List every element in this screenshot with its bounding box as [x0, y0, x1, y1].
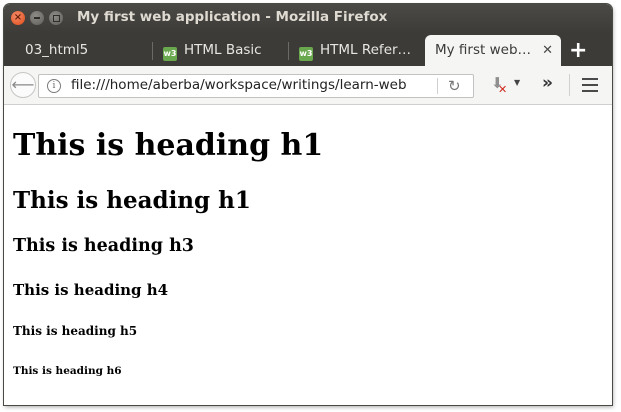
heading-h5: This is heading h5 — [13, 324, 138, 338]
window-minimize-button[interactable] — [30, 11, 44, 25]
new-tab-button[interactable]: + — [569, 37, 587, 65]
tab-separator — [152, 42, 153, 60]
tab-strip: 03_html5 w3 HTML Basic w3 HTML Refer… My f… — [4, 33, 612, 66]
heading-h1: This is heading h1 — [13, 128, 324, 163]
page-content: This is heading h1 This is heading h1 Th… — [4, 105, 612, 405]
overflow-menu-icon[interactable]: » — [542, 73, 553, 93]
reload-icon[interactable]: ↻ — [448, 75, 461, 97]
hamburger-menu-icon[interactable] — [582, 78, 598, 92]
tab-html-reference[interactable]: w3 HTML Refer… — [288, 35, 424, 66]
title-bar: × My first web application - Mozilla Fir… — [4, 4, 612, 33]
browser-window: × My first web application - Mozilla Fir… — [4, 4, 612, 405]
tab-my-first-web[interactable]: My first web… ✕ — [425, 35, 561, 66]
w3-icon: w3 — [163, 47, 177, 61]
back-button[interactable]: ⟵ — [10, 72, 36, 98]
url-bar[interactable]: i file:///home/aberba/workspace/writings… — [38, 74, 474, 98]
heading-h6: This is heading h6 — [13, 365, 122, 377]
heading-h3: This is heading h3 — [13, 236, 194, 256]
window-title: My first web application - Mozilla Firef… — [77, 9, 388, 25]
tab-label: My first web… — [435, 42, 532, 58]
back-arrow-icon: ⟵ — [11, 75, 35, 94]
download-icon[interactable]: ⬇ ✕ — [489, 76, 507, 96]
tab-label: HTML Refer… — [320, 42, 412, 58]
w3-icon: w3 — [299, 47, 313, 61]
tab-html-basic[interactable]: w3 HTML Basic — [152, 35, 290, 66]
heading-h1-second: This is heading h1 — [13, 187, 251, 214]
chevron-down-icon[interactable]: ▼ — [514, 78, 520, 87]
tab-label: 03_html5 — [25, 42, 89, 58]
close-icon[interactable]: ✕ — [542, 35, 553, 66]
url-divider — [437, 78, 438, 94]
navigation-bar: ⟵ i file:///home/aberba/workspace/writin… — [4, 66, 612, 105]
info-icon[interactable]: i — [47, 79, 61, 93]
toolbar-divider — [569, 74, 570, 96]
window-close-button[interactable]: × — [11, 11, 25, 25]
tab-03-html5[interactable]: 03_html5 — [4, 35, 154, 66]
window-maximize-button[interactable] — [49, 11, 63, 25]
tab-separator — [288, 42, 289, 60]
url-input[interactable]: file:///home/aberba/workspace/writings/l… — [71, 77, 417, 93]
tab-label: HTML Basic — [184, 42, 262, 58]
heading-h4: This is heading h4 — [13, 281, 169, 299]
